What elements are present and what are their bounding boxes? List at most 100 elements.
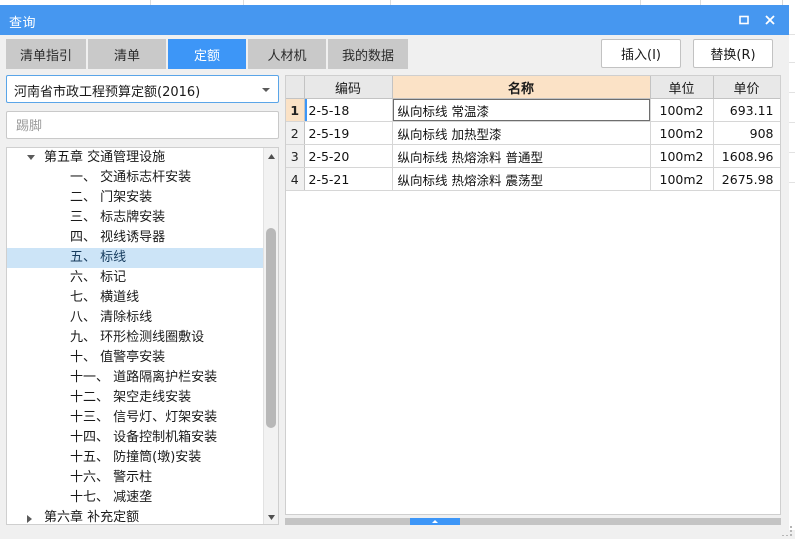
search-input[interactable]	[14, 116, 268, 133]
price-cell[interactable]: 693.11	[713, 98, 780, 122]
tab-quota-guide[interactable]: 清单指引	[6, 39, 87, 69]
tab-label: 人材机	[267, 48, 307, 64]
tree-item-label: 十七、 减速垄	[70, 490, 153, 505]
row-number-cell-text: 1	[290, 102, 300, 118]
name-cell[interactable]: 纵向标线 加热型漆	[392, 121, 651, 145]
tree-item[interactable]: 十一、 道路隔离护栏安装	[7, 368, 263, 388]
close-button[interactable]	[757, 6, 783, 34]
price-cell[interactable]: 1608.96	[713, 144, 780, 168]
query-dialog: 查询 清单指引 清单 定额 人材机 我的数据 插入(I) 替换(R) 河南省市政…	[0, 5, 789, 535]
tree-vertical-scrollbar[interactable]	[263, 148, 278, 524]
tree-item[interactable]: 一、 交通标志杆安装	[7, 168, 263, 188]
replace-button[interactable]: 替换(R)	[693, 39, 773, 68]
tree-item-label: 十四、 设备控制机箱安装	[70, 430, 218, 445]
tree-expand-arrow-icon[interactable]	[27, 155, 35, 160]
tree-item-label: 十三、 信号灯、灯架安装	[70, 410, 218, 425]
tab-my-data[interactable]: 我的数据	[328, 39, 409, 69]
catalog-tree: 第五章 交通管理设施一、 交通标志杆安装 二、 门架安装三、 标志牌安装 四、 视线…	[6, 147, 279, 525]
column-header-unit[interactable]: 单位	[650, 76, 714, 99]
row-number-cell-text: 2	[290, 125, 299, 141]
unit-cell[interactable]: 100m2	[650, 167, 714, 191]
dialog-titlebar[interactable]: 查询	[0, 5, 789, 35]
column-header-code[interactable]: 编码	[304, 76, 393, 99]
tree-item-label: 十、 值警亭安装	[70, 350, 166, 365]
tree-item[interactable]: 九、 环形检测线圈敷设	[7, 328, 263, 348]
table-row[interactable]: 4 2-5-21 纵向标线 热熔涂料 震荡型 100m2 2675.98	[286, 167, 780, 191]
price-cell-text: 908	[749, 125, 774, 141]
tree-item[interactable]: 十三、 信号灯、灯架安装	[7, 408, 263, 428]
code-cell[interactable]: 2-5-19	[304, 121, 393, 145]
tab-resources[interactable]: 人材机	[248, 39, 327, 69]
dialog-title: 查询	[9, 16, 37, 31]
price-cell[interactable]: 2675.98	[713, 167, 780, 191]
name-cell[interactable]: 纵向标线 常温漆	[392, 98, 651, 122]
name-cell[interactable]: 纵向标线 热熔涂料 普通型	[392, 144, 651, 168]
splitter-collapse-handle[interactable]	[410, 518, 460, 525]
tree-item[interactable]: 三、 标志牌安装	[7, 208, 263, 228]
quota-table: 编码 名称 单位 单价 1 2-5-18 纵向标线 常温漆 100m2 693.11 2 2…	[286, 76, 780, 191]
unit-cell[interactable]: 100m2	[650, 98, 714, 122]
code-cell[interactable]: 2-5-20	[304, 144, 393, 168]
tree-item[interactable]: 十四、 设备控制机箱安装	[7, 428, 263, 448]
unit-cell-text: 100m2	[659, 171, 704, 187]
name-cell[interactable]: 纵向标线 热熔涂料 震荡型	[392, 167, 651, 191]
tree-item[interactable]: 十五、 防撞筒(墩)安装	[7, 448, 263, 468]
tab-bill-list[interactable]: 清单	[88, 39, 167, 69]
tree-item[interactable]: 第五章 交通管理设施	[7, 148, 263, 168]
horizontal-splitter[interactable]	[285, 518, 781, 525]
tree-item[interactable]: 十、 值警亭安装	[7, 348, 263, 368]
tree-item[interactable]: 四、 视线诱导器	[7, 228, 263, 248]
tab-quota[interactable]: 定额	[168, 39, 247, 69]
tree-collapse-arrow-icon[interactable]	[27, 515, 32, 523]
replace-button-label: 替换(R)	[710, 48, 756, 63]
tab-list: 清单指引 清单 定额 人材机 我的数据	[6, 39, 409, 69]
price-cell[interactable]: 908	[713, 121, 780, 145]
insert-button[interactable]: 插入(I)	[601, 39, 681, 68]
search-box[interactable]	[6, 111, 279, 139]
tree-item[interactable]: 二、 门架安装	[7, 188, 263, 208]
scroll-up-arrow-icon	[267, 149, 276, 163]
scroll-up-button[interactable]	[264, 148, 278, 163]
insert-button-label: 插入(I)	[621, 48, 661, 63]
table-row[interactable]: 1 2-5-18 纵向标线 常温漆 100m2 693.11	[286, 98, 780, 122]
tree-item[interactable]: 八、 清除标线	[7, 308, 263, 328]
row-number-cell[interactable]: 1	[286, 98, 305, 122]
tree-item-label: 八、 清除标线	[70, 310, 153, 325]
code-cell[interactable]: 2-5-18	[304, 98, 393, 122]
price-cell-text: 2675.98	[721, 171, 774, 187]
maximize-button[interactable]	[731, 6, 757, 34]
tree-item[interactable]: 七、 横道线	[7, 288, 263, 308]
tree-item-label: 十五、 防撞筒(墩)安装	[70, 450, 202, 465]
unit-cell[interactable]: 100m2	[650, 144, 714, 168]
row-number-cell[interactable]: 4	[286, 167, 305, 191]
tab-label: 清单指引	[20, 48, 73, 64]
column-header-rownum[interactable]	[286, 76, 305, 99]
tree-item-label: 一、 交通标志杆安装	[70, 170, 192, 185]
row-number-cell[interactable]: 2	[286, 121, 305, 145]
code-cell[interactable]: 2-5-21	[304, 167, 393, 191]
column-header-name[interactable]: 名称	[392, 76, 651, 99]
quota-library-value: 河南省市政工程预算定额(2016)	[14, 85, 201, 100]
column-header-price[interactable]: 单价	[713, 76, 780, 99]
quota-library-select[interactable]: 河南省市政工程预算定额(2016)	[6, 75, 279, 103]
tree-scrollbar-thumb[interactable]	[266, 228, 276, 428]
price-cell-text: 1608.96	[721, 148, 774, 164]
table-row[interactable]: 3 2-5-20 纵向标线 热熔涂料 普通型 100m2 1608.96	[286, 144, 780, 168]
tree-item[interactable]: 十二、 架空走线安装	[7, 388, 263, 408]
tab-label: 我的数据	[342, 48, 395, 64]
tree-item-label: 第六章 补充定额	[44, 510, 140, 525]
row-number-cell[interactable]: 3	[286, 144, 305, 168]
price-cell-text: 693.11	[729, 102, 774, 118]
tree-item[interactable]: 六、 标记	[7, 268, 263, 288]
tree-item[interactable]: 十七、 减速垄	[7, 488, 263, 508]
tree-item-label: 二、 门架安装	[70, 190, 153, 205]
scroll-down-arrow-icon	[267, 510, 276, 524]
unit-cell[interactable]: 100m2	[650, 121, 714, 145]
tree-item[interactable]: 五、 标线	[7, 248, 263, 268]
table-row[interactable]: 2 2-5-19 纵向标线 加热型漆 100m2 908	[286, 121, 780, 145]
maximize-icon	[738, 14, 750, 26]
tree-item-label: 十一、 道路隔离护栏安装	[70, 370, 218, 385]
scroll-down-button[interactable]	[264, 509, 278, 524]
tree-item[interactable]: 十六、 警示柱	[7, 468, 263, 488]
tree-item[interactable]: 第六章 补充定额	[7, 508, 263, 525]
